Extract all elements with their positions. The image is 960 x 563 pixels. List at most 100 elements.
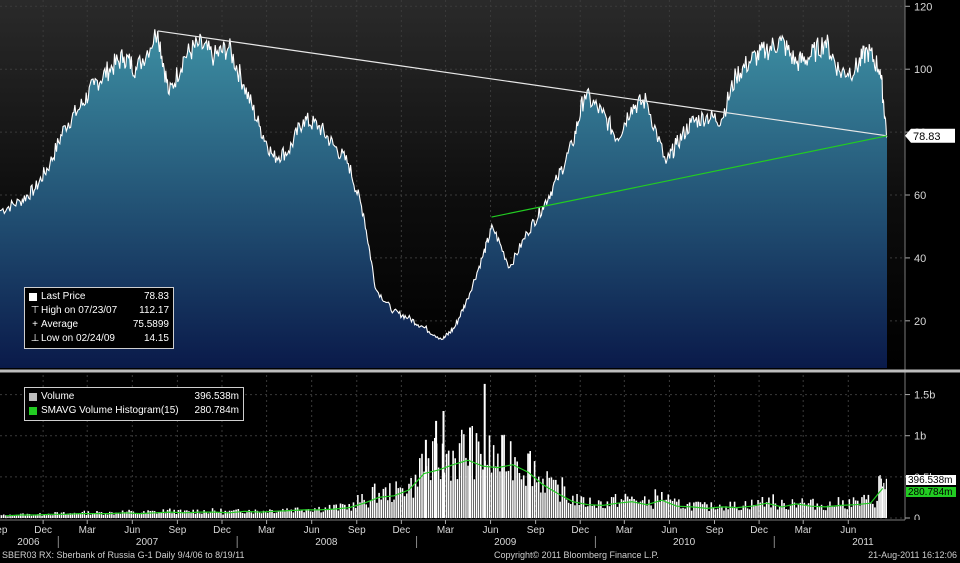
volume-bar [77,513,80,518]
volume-bar [861,497,863,518]
volume-bar [239,511,242,518]
volume-bar [884,489,886,518]
volume-bar [423,471,425,518]
price-axis-label: 60 [914,190,926,202]
volume-bar [121,510,124,518]
volume-bar [147,510,149,518]
volume-bar [7,516,9,518]
volume-bar [584,506,587,518]
volume-bar [597,500,600,518]
volume-bar [194,513,197,518]
volume-bar [246,512,248,518]
volume-bar [412,497,415,518]
volume-bar [447,450,450,518]
volume-bar [778,506,781,518]
volume-bar [710,502,713,518]
year-label: 2011 [852,537,874,548]
volume-bar [768,497,770,518]
volume-bar [574,505,576,518]
volume-bar [652,508,654,518]
month-tick-label: Dec [213,525,231,536]
volume-bar [604,508,606,518]
volume-bar [533,461,536,518]
volume-bar [303,512,305,518]
volume-bar [113,514,115,518]
copyright-text: Copyright© 2011 Bloomberg Finance L.P. [494,550,659,560]
volume-bar [712,507,715,518]
security-descriptor: SBER03 RX: Sberbank of Russia G-1 Daily … [2,550,245,560]
volume-bar [63,512,65,518]
volume-bar [109,511,111,518]
volume-bar [117,513,119,518]
volume-bar [292,512,295,518]
volume-bar [397,488,399,518]
volume-bar [876,500,878,518]
volume-bar [79,514,82,518]
volume-bar [419,458,421,518]
volume-bar [872,503,874,518]
volume-bar [233,510,235,518]
volume-bar [676,501,678,518]
legend-high: ⊤ High on 07/23/07 112.17 [29,304,169,318]
volume-bar [825,510,827,518]
volume-bar [301,510,303,518]
volume-bar [403,496,406,518]
volume-bar [863,494,865,518]
volume-bar [844,508,846,518]
volume-bar [395,481,397,518]
volume-bar [650,505,652,518]
volume-bar [509,441,512,518]
volume-bar [151,510,154,518]
volume-bar [410,478,412,518]
volume-bar [755,506,757,518]
volume-bar [488,435,491,518]
volume-bar [89,514,92,518]
volume-bar [693,502,695,518]
volume-bar [684,508,686,518]
volume-spike-bar [528,453,531,518]
volume-bar [156,513,158,518]
volume-bar [729,501,732,518]
volume-bar [703,502,706,518]
volume-bar [783,503,785,518]
volume-bar [867,494,870,518]
volume-bar [641,500,644,518]
volume-bar [224,510,227,518]
volume-bar [486,464,489,518]
volume-bar [658,501,661,518]
volume-bar [648,499,650,518]
volume-bar [846,509,848,518]
volume-bar [463,434,465,518]
volume-bar [572,495,574,518]
volume-bar [555,479,557,518]
legend-value: 75.5899 [132,319,169,330]
legend-average: + Average 75.5899 [29,318,169,332]
volume-bar [883,482,885,518]
volume-bar [475,433,478,518]
year-label: 2007 [136,537,159,548]
volume-bar [275,512,278,518]
volume-bar [371,487,374,518]
legend-low: ⊥ Low on 02/24/09 14.15 [29,332,169,346]
last-volume-label: 396.538m [908,475,952,486]
legend-label: SMAVG Volume Histogram(15) [41,405,179,416]
volume-bar [333,504,335,518]
volume-bar [45,515,48,518]
volume-bar [252,513,255,518]
volume-spike-bar [483,383,486,518]
volume-bar [320,512,322,518]
volume-bar [399,487,402,518]
volume-bar [829,501,831,518]
month-tick-label: Mar [437,525,455,536]
volume-bar [471,426,473,518]
volume-bar [733,501,736,518]
volume-bar [344,504,346,518]
volume-bar [85,515,87,518]
volume-bar [414,474,417,518]
volume-bar [260,513,263,518]
volume-bar [559,501,561,518]
volume-bar [458,443,461,518]
year-label: 2009 [494,537,517,548]
volume-bar [854,500,857,518]
volume-bar [427,458,430,518]
